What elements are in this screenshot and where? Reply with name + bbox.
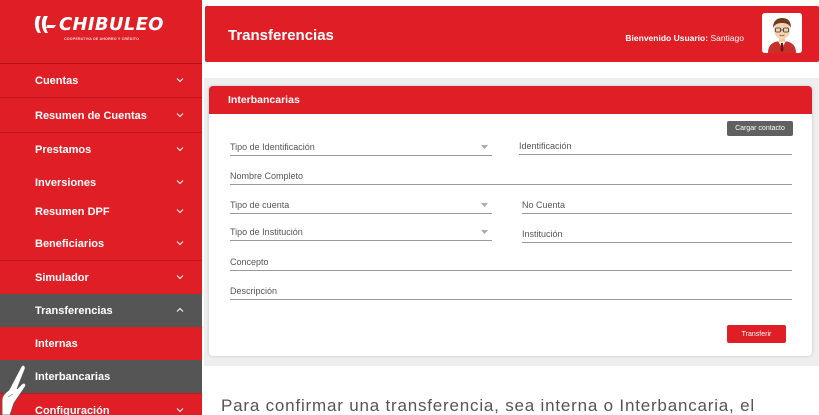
sidebar-item-label: Interbancarias <box>35 370 111 383</box>
chevron-down-icon <box>176 275 184 280</box>
load-contact-button[interactable]: Cargar contacto <box>727 121 793 136</box>
sidebar-item-resumen-dpf[interactable]: Resumen DPF <box>0 195 202 229</box>
institution-type-select[interactable]: Tipo de Institución <box>230 225 492 241</box>
description-input[interactable]: Descripción <box>230 284 792 300</box>
sidebar-item-label: Cuentas <box>35 74 79 87</box>
sidebar-item-cuentas[interactable]: Cuentas <box>0 64 202 98</box>
id-type-select[interactable]: Tipo de Identificación <box>230 140 492 156</box>
panel-title: Interbancarias <box>228 94 300 106</box>
transfer-button[interactable]: Transferir <box>727 325 786 343</box>
chevron-up-icon <box>176 307 184 312</box>
field-label: Identificación <box>519 141 572 151</box>
brand-mark-icon <box>34 16 56 33</box>
field-label: Nombre Completo <box>230 171 304 181</box>
chevron-down-icon <box>176 241 184 246</box>
field-label: Institución <box>522 229 563 239</box>
welcome-user: Santiago <box>710 33 744 43</box>
sidebar-item-prestamos[interactable]: Prestamos <box>0 133 202 167</box>
institution-input[interactable]: Institución <box>522 227 792 243</box>
chevron-down-icon <box>176 408 184 413</box>
brand-name: CHIBULEO <box>59 14 164 35</box>
page-title: Transferencias <box>228 27 334 44</box>
sidebar-item-resumen-cuentas[interactable]: Resumen de Cuentas <box>0 99 202 133</box>
logo-area: CHIBULEO COOPERATIVA DE AHORRO Y CRÉDITO <box>0 0 202 64</box>
interbank-transfer-form: Interbancarias Cargar contacto Tipo de I… <box>209 86 812 356</box>
sidebar-item-label: Beneficiarios <box>35 237 105 250</box>
panel-header: Interbancarias <box>209 86 812 114</box>
sidebar-subitem-interbancarias[interactable]: Interbancarias <box>0 360 202 394</box>
sidebar-item-label: Internas <box>35 337 78 350</box>
sidebar: CHIBULEO COOPERATIVA DE AHORRO Y CRÉDITO… <box>0 0 202 415</box>
chevron-down-icon <box>176 78 184 83</box>
sidebar-item-beneficiarios[interactable]: Beneficiarios <box>0 227 202 261</box>
field-label: No Cuenta <box>522 200 566 210</box>
sidebar-item-label: Transferencias <box>35 304 113 317</box>
chevron-down-icon <box>176 113 184 118</box>
sidebar-item-label: Resumen de Cuentas <box>35 109 147 122</box>
account-type-select[interactable]: Tipo de cuenta <box>230 198 492 214</box>
sidebar-subitem-internas[interactable]: Internas <box>0 327 202 361</box>
field-label: Tipo de Identificación <box>230 142 315 152</box>
welcome-text: Bienvenido Usuario: Santiago <box>625 33 744 43</box>
sidebar-item-label: Configuración <box>35 404 110 415</box>
brand-tagline: COOPERATIVA DE AHORRO Y CRÉDITO <box>64 37 140 41</box>
brand-logo[interactable]: CHIBULEO <box>33 14 164 36</box>
sidebar-item-transferencias[interactable]: Transferencias <box>0 294 202 328</box>
dropdown-caret-icon <box>481 230 488 234</box>
user-avatar-icon <box>762 13 802 53</box>
sidebar-item-configuracion[interactable]: Configuración <box>0 394 202 415</box>
welcome-label: Bienvenido Usuario: <box>625 33 709 43</box>
chevron-down-icon <box>176 147 184 152</box>
dropdown-caret-icon <box>481 145 488 149</box>
chevron-down-icon <box>176 209 184 214</box>
sidebar-item-simulador[interactable]: Simulador <box>0 261 202 295</box>
top-header: Transferencias Bienvenido Usuario: Santi… <box>205 6 819 62</box>
sidebar-item-label: Prestamos <box>35 143 92 156</box>
identification-input[interactable]: Identificación <box>519 139 792 155</box>
sidebar-item-label: Resumen DPF <box>35 205 110 218</box>
sidebar-item-label: Simulador <box>35 271 89 284</box>
full-name-input[interactable]: Nombre Completo <box>230 169 792 185</box>
hand-pointer-icon <box>1 364 27 415</box>
concept-input[interactable]: Concepto <box>230 255 792 271</box>
account-number-input[interactable]: No Cuenta <box>522 198 792 214</box>
field-label: Tipo de cuenta <box>230 200 290 210</box>
field-label: Concepto <box>230 257 269 267</box>
avatar[interactable] <box>762 13 802 53</box>
help-text: Para confirmar una transferencia, sea in… <box>221 396 755 415</box>
field-label: Tipo de Institución <box>230 227 303 237</box>
field-label: Descripción <box>230 286 278 296</box>
sidebar-item-label: Inversiones <box>35 176 97 189</box>
dropdown-caret-icon <box>481 203 488 207</box>
chevron-down-icon <box>176 180 184 185</box>
